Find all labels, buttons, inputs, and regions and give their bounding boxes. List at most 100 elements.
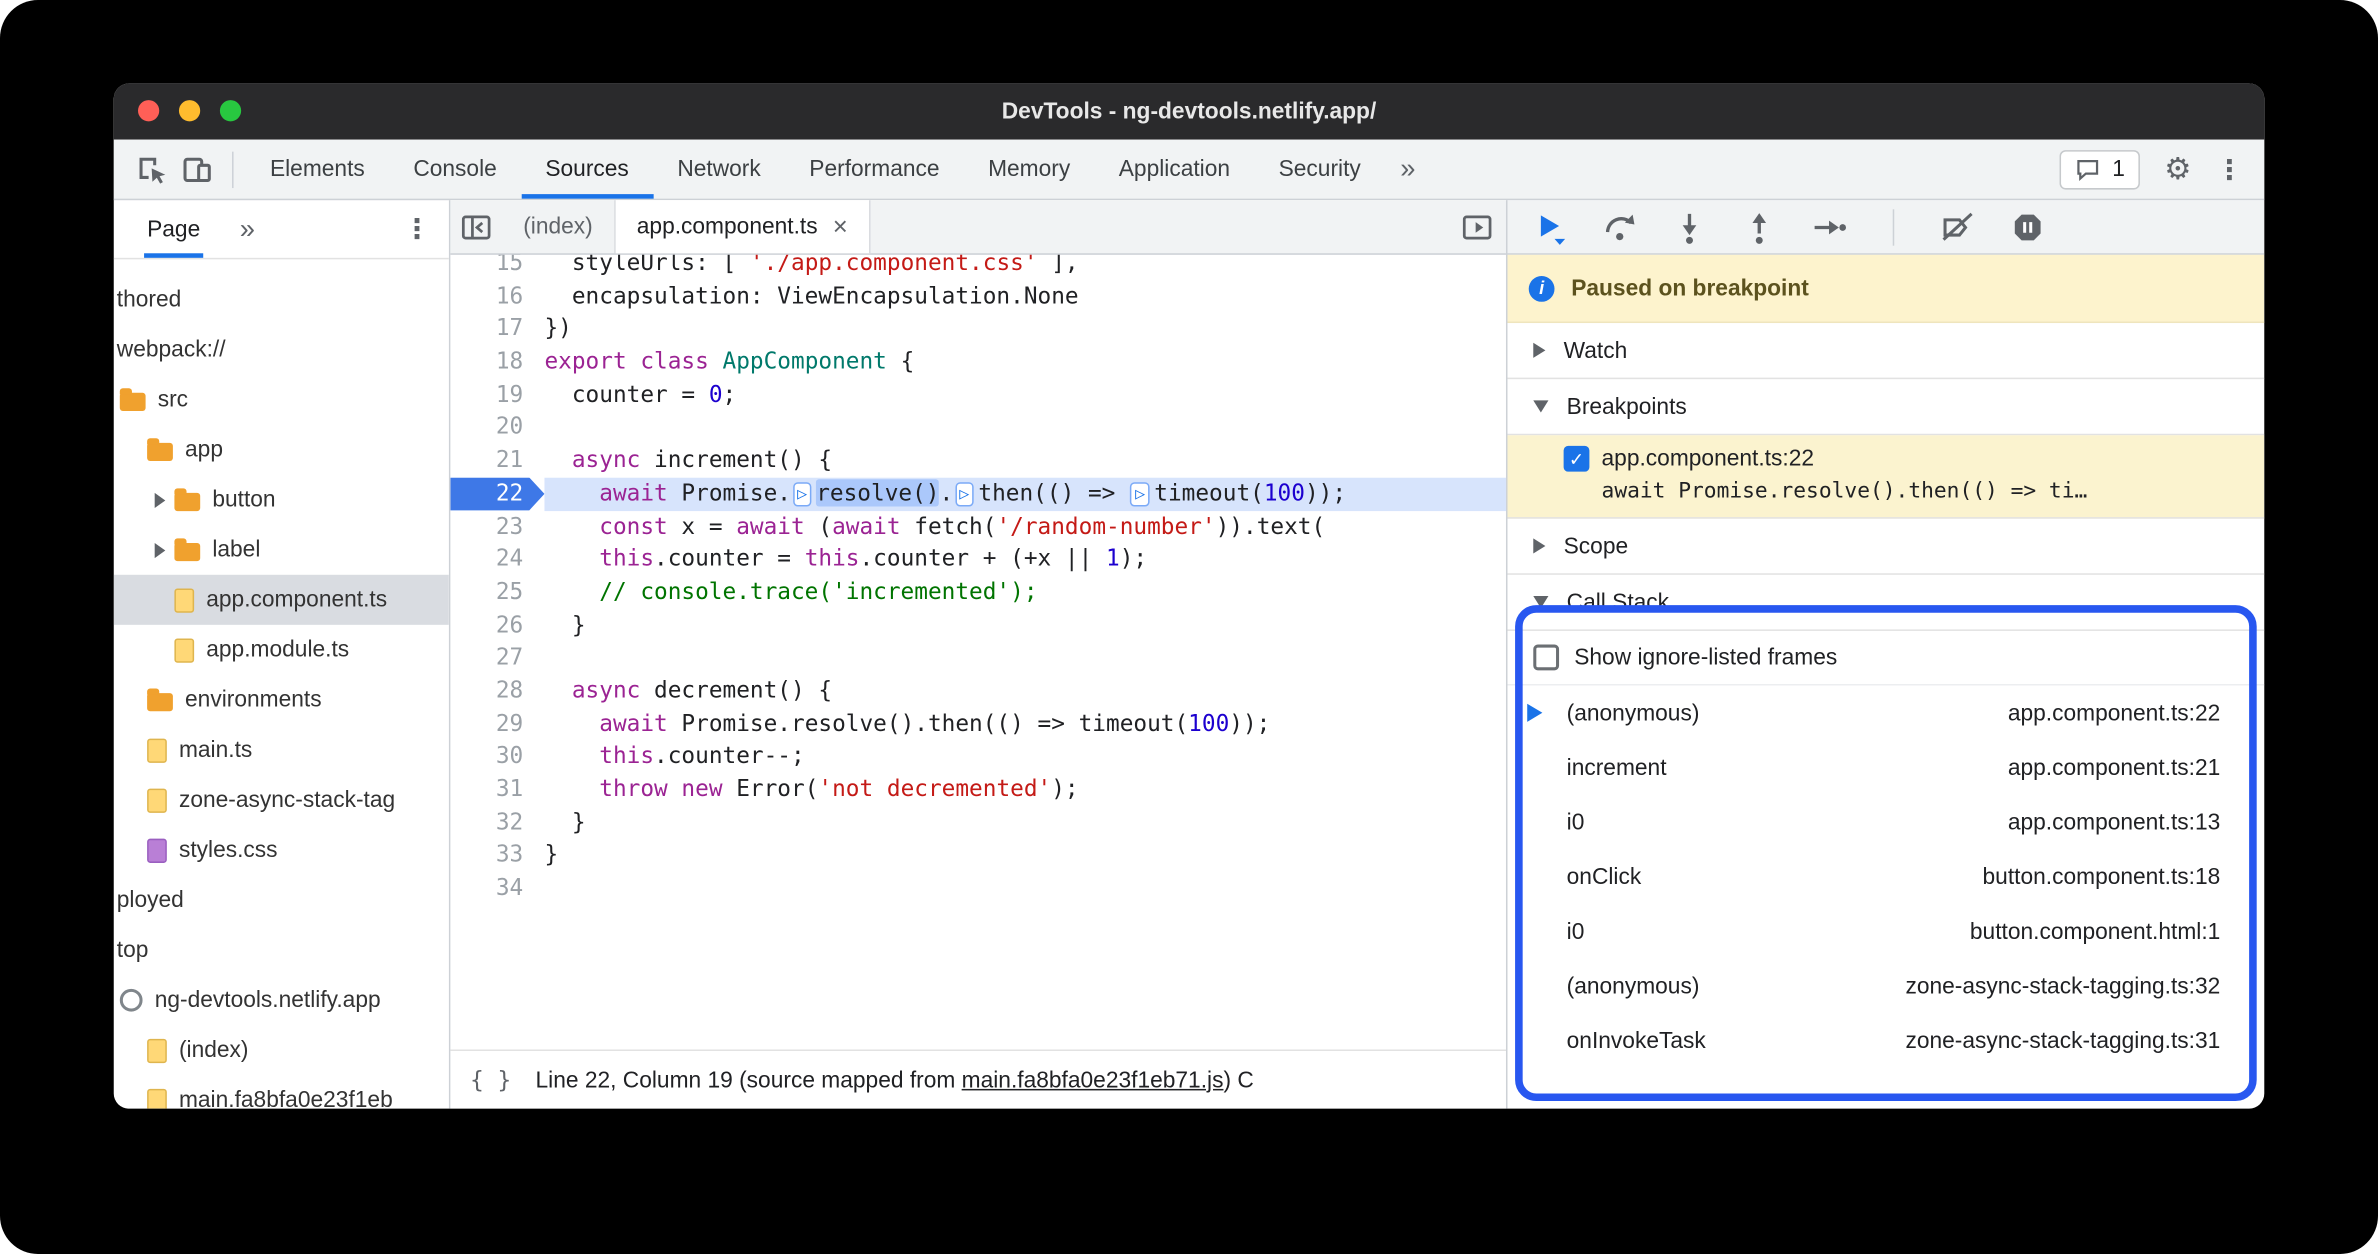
close-tab-icon[interactable]: × [833, 212, 848, 242]
call-stack-frame[interactable]: (anonymous) app.component.ts:22 [1508, 686, 2265, 741]
gutter-line-34[interactable]: 34 [450, 872, 544, 905]
tree-item-zone-async-stack-tag[interactable]: zone-async-stack-tag [114, 775, 449, 825]
breakpoint-marker-gutter[interactable]: 22 [450, 477, 545, 511]
device-toolbar-icon[interactable] [174, 146, 219, 191]
tree-item-environments[interactable]: environments [114, 675, 449, 725]
tree-item-app.module.ts[interactable]: app.module.ts [114, 625, 449, 675]
code-line-16[interactable]: 16 encapsulation: ViewEncapsulation.None [450, 280, 1506, 313]
tree-item-button[interactable]: button [114, 475, 449, 525]
tree-item-app[interactable]: app [114, 425, 449, 475]
tree-item--index-[interactable]: (index) [114, 1025, 449, 1075]
call-stack-frame[interactable]: i0 button.component.html:1 [1508, 904, 2265, 959]
tree-item-thored[interactable]: thored [114, 275, 449, 325]
tab-performance[interactable]: Performance [785, 140, 964, 199]
gutter-line-19[interactable]: 19 [450, 379, 544, 412]
toggle-debugger-sidebar-icon[interactable] [1460, 200, 1505, 253]
inspect-element-icon[interactable] [129, 146, 174, 191]
tree-item-app.component.ts[interactable]: app.component.ts [113, 574, 449, 625]
toggle-navigator-icon[interactable] [450, 200, 502, 253]
tab-network[interactable]: Network [653, 140, 785, 199]
source-editor[interactable]: 15 styleUrls: [ './app.component.css' ],… [450, 255, 1506, 1050]
gutter-line-15[interactable]: 15 [450, 255, 544, 280]
issues-counter[interactable]: 1 [2059, 149, 2141, 189]
tab-application[interactable]: Application [1094, 140, 1254, 199]
tree-item-label[interactable]: label [114, 525, 449, 575]
tree-item-ng-devtools.netlify.app[interactable]: ng-devtools.netlify.app [114, 975, 449, 1025]
call-stack-frame[interactable]: increment app.component.ts:21 [1508, 740, 2265, 795]
breakpoint-checkbox[interactable]: ✓ [1563, 445, 1590, 472]
tree-item-ployed[interactable]: ployed [114, 875, 449, 925]
code-line-27[interactable]: 27 [450, 642, 1506, 675]
minimize-window-button[interactable] [178, 100, 201, 122]
show-ignore-listed-checkbox[interactable] [1533, 644, 1560, 671]
gutter-line-17[interactable]: 17 [450, 313, 544, 346]
gutter-line-21[interactable]: 21 [450, 445, 544, 478]
breakpoint-entry[interactable]: ✓ app.component.ts:22 await Promise.reso… [1507, 435, 2265, 519]
call-stack-frame[interactable]: i0 app.component.ts:13 [1508, 795, 2265, 850]
navigator-more-tabs-icon[interactable]: » [240, 213, 255, 245]
scope-section-header[interactable]: Scope [1507, 519, 2265, 575]
code-line-19[interactable]: 19 counter = 0; [450, 379, 1506, 412]
resume-script-icon[interactable] [1532, 209, 1568, 245]
tab-memory[interactable]: Memory [964, 140, 1095, 199]
tree-item-styles.css[interactable]: styles.css [114, 825, 449, 875]
code-line-34[interactable]: 34 [450, 872, 1506, 905]
gutter-line-24[interactable]: 24 [450, 543, 544, 576]
tab-security[interactable]: Security [1254, 140, 1385, 199]
gutter-line-25[interactable]: 25 [450, 576, 544, 609]
tree-item-src[interactable]: src [114, 375, 449, 425]
code-line-28[interactable]: 28 async decrement() { [450, 675, 1506, 708]
deactivate-breakpoints-icon[interactable] [1940, 209, 1976, 245]
call-stack-frame[interactable]: (anonymous) zone-async-stack-tagging.ts:3… [1508, 958, 2265, 1013]
tab-console[interactable]: Console [389, 140, 521, 199]
step-over-icon[interactable] [1602, 209, 1638, 245]
code-line-15[interactable]: 15 styleUrls: [ './app.component.css' ], [450, 255, 1506, 280]
code-line-18[interactable]: 18 export class AppComponent { [450, 346, 1506, 379]
gutter-line-27[interactable]: 27 [450, 642, 544, 675]
navigator-menu-icon[interactable]: ⋮ [403, 213, 430, 245]
expand-arrow-icon[interactable] [154, 492, 166, 508]
step-icon[interactable] [1811, 209, 1847, 245]
editor-tab-app-component[interactable]: app.component.ts × [615, 200, 871, 254]
breakpoints-section-header[interactable]: Breakpoints [1507, 379, 2265, 436]
code-line-22[interactable]: 22 await Promise. ▷ resolve(). ▷ then(() => … [450, 477, 1506, 511]
gutter-line-20[interactable]: 20 [450, 412, 544, 445]
gutter-line-29[interactable]: 29 [450, 708, 544, 741]
code-line-33[interactable]: 33} [450, 839, 1506, 872]
step-into-icon[interactable] [1671, 209, 1707, 245]
tree-item-main.ts[interactable]: main.ts [114, 725, 449, 775]
pause-on-exceptions-icon[interactable] [2009, 209, 2045, 245]
code-line-26[interactable]: 26 } [450, 609, 1506, 642]
gutter-line-30[interactable]: 30 [450, 741, 544, 774]
gutter-line-16[interactable]: 16 [450, 280, 544, 313]
tree-item-top[interactable]: top [114, 925, 449, 975]
code-line-17[interactable]: 17}) [450, 313, 1506, 346]
code-line-30[interactable]: 30 this.counter--; [450, 741, 1506, 774]
call-stack-frame[interactable]: onInvokeTask zone-async-stack-tagging.ts:… [1508, 1013, 2265, 1068]
source-map-link[interactable]: main.fa8bfa0e23f1eb71.js [962, 1067, 1224, 1093]
code-line-31[interactable]: 31 throw new Error('not decremented'); [450, 773, 1506, 806]
tab-sources[interactable]: Sources [521, 140, 654, 199]
code-line-32[interactable]: 32 } [450, 806, 1506, 839]
gutter-line-31[interactable]: 31 [450, 773, 544, 806]
gutter-line-26[interactable]: 26 [450, 609, 544, 642]
more-tabs-icon[interactable]: » [1385, 153, 1431, 185]
code-line-23[interactable]: 23 const x = await (await fetch('/random… [450, 510, 1506, 543]
code-line-20[interactable]: 20 [450, 412, 1506, 445]
tab-elements[interactable]: Elements [246, 140, 389, 199]
call-stack-section-header[interactable]: Call Stack [1507, 575, 2265, 631]
gutter-line-23[interactable]: 23 [450, 510, 544, 543]
gutter-line-28[interactable]: 28 [450, 675, 544, 708]
expand-arrow-icon[interactable] [154, 542, 166, 558]
gutter-line-33[interactable]: 33 [450, 839, 544, 872]
watch-section-header[interactable]: Watch [1507, 323, 2265, 380]
pretty-print-icon[interactable]: { } [470, 1066, 511, 1093]
code-line-24[interactable]: 24 this.counter = this.counter + (+x || … [450, 543, 1506, 576]
main-menu-icon[interactable]: ⋮ [2216, 155, 2243, 182]
step-out-icon[interactable] [1741, 209, 1777, 245]
tree-item-webpack-[interactable]: webpack:// [114, 325, 449, 375]
call-stack-frame[interactable]: onClick button.component.ts:18 [1508, 849, 2265, 904]
tree-item-main.fa8bfa0e23f1eb[interactable]: main.fa8bfa0e23f1eb [114, 1075, 449, 1109]
code-line-25[interactable]: 25 // console.trace('incremented'); [450, 576, 1506, 609]
settings-gear-icon[interactable]: ⚙ [2164, 154, 2191, 184]
